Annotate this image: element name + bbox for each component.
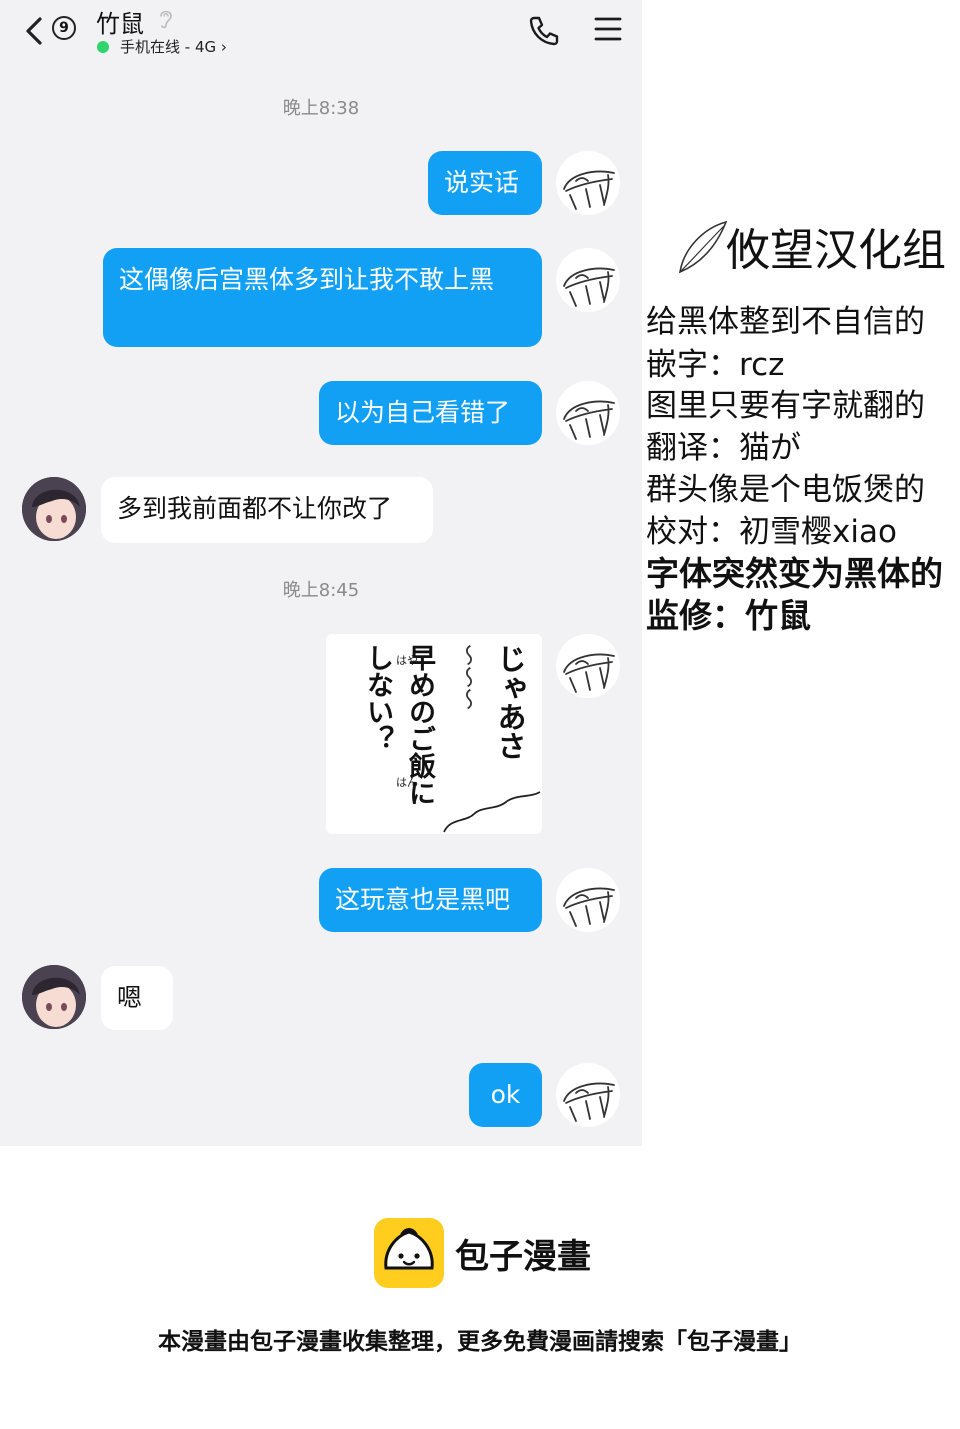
- doodle-avatar-icon: [563, 170, 615, 210]
- sticker-text: しない？: [362, 644, 393, 752]
- footer-note: 本漫畫由包子漫畫收集整理，更多免費漫画請搜索「包子漫畫」: [158, 1329, 802, 1355]
- my-avatar[interactable]: [556, 1063, 620, 1127]
- my-avatar[interactable]: [556, 248, 620, 312]
- sticker-squiggle: 〜〜〜: [454, 644, 479, 710]
- message-bubble-incoming[interactable]: 嗯: [101, 966, 173, 1030]
- anime-girl-avatar-icon: [22, 477, 86, 541]
- group-logo-text: 攸望汉化组: [726, 225, 946, 276]
- doodle-avatar-icon: [563, 1082, 615, 1122]
- sticker-cloud-drawing: [443, 791, 541, 833]
- message-bubble-outgoing[interactable]: 以为自己看错了: [319, 381, 542, 445]
- contact-avatar[interactable]: [22, 477, 86, 541]
- my-avatar[interactable]: [556, 381, 620, 445]
- online-status-text[interactable]: 手机在线 - 4G ›: [120, 36, 227, 57]
- credit-line: 字体突然变为黑体的: [646, 554, 943, 593]
- menu-icon[interactable]: [594, 16, 622, 42]
- message-bubble-outgoing[interactable]: 这玩意也是黑吧: [319, 868, 542, 932]
- anime-girl-avatar-icon: [22, 965, 86, 1029]
- credit-line: 嵌字：rcz: [646, 347, 785, 383]
- contact-name: 竹鼠: [96, 10, 144, 38]
- chevron-right-icon: ›: [220, 38, 227, 56]
- sticker-ruby: はん: [396, 776, 418, 789]
- leaf-icon: [678, 220, 728, 274]
- sticker-text: じゃあさ: [493, 644, 527, 760]
- doodle-avatar-icon: [563, 653, 615, 693]
- credit-line: 校对：初雪樱xiao: [646, 514, 897, 550]
- chat-window: 9 竹鼠 手机在线 - 4G › 晚上8:38 说实话 这偶像后宫黑体多到让我不…: [0, 0, 642, 1146]
- online-status-dot: [97, 41, 109, 53]
- doodle-avatar-icon: [563, 887, 615, 927]
- back-chevron-icon[interactable]: [20, 14, 50, 48]
- timestamp: 晚上8:38: [282, 98, 360, 119]
- credit-line: 翻译：猫が: [646, 430, 801, 466]
- credit-line: 群头像是个电饭煲的: [646, 472, 925, 508]
- timestamp: 晚上8:45: [282, 580, 360, 601]
- my-avatar[interactable]: [556, 151, 620, 215]
- message-bubble-outgoing[interactable]: ok: [469, 1063, 542, 1127]
- hearing-icon: [160, 10, 172, 29]
- phone-icon[interactable]: [527, 14, 561, 48]
- my-avatar[interactable]: [556, 634, 620, 698]
- message-bubble-outgoing[interactable]: 说实话: [428, 151, 542, 215]
- message-bubble-incoming[interactable]: 多到我前面都不让你改了: [101, 477, 433, 543]
- credit-line: 监修：竹鼠: [646, 596, 811, 635]
- sticker-ruby: はや: [396, 654, 418, 667]
- baozi-logo-icon: [374, 1218, 444, 1288]
- my-avatar[interactable]: [556, 868, 620, 932]
- contact-avatar[interactable]: [22, 965, 86, 1029]
- group-logo: 攸望汉化组: [674, 208, 954, 282]
- message-bubble-outgoing[interactable]: 这偶像后宫黑体多到让我不敢上黑: [103, 248, 542, 347]
- credit-line: 图里只要有字就翻的: [646, 388, 925, 424]
- manga-sticker-image[interactable]: じゃあさ 〜〜〜 早めのご飯に しない？ はや はん: [326, 634, 542, 834]
- doodle-avatar-icon: [563, 400, 615, 440]
- credit-line: 给黑体整到不自信的: [646, 304, 925, 340]
- doodle-avatar-icon: [563, 267, 615, 307]
- unread-count-badge[interactable]: 9: [52, 16, 76, 40]
- footer-brand: 包子漫畫: [455, 1237, 591, 1277]
